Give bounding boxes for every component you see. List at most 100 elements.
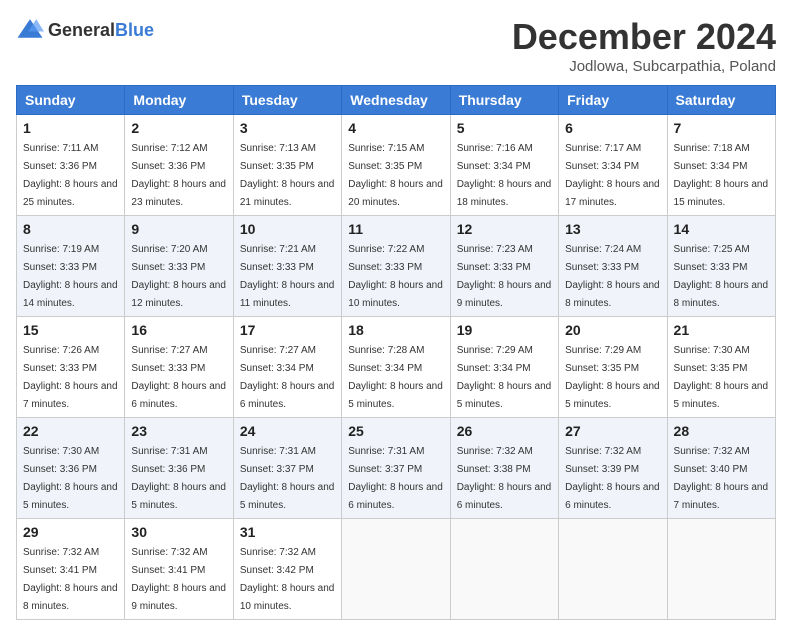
calendar-cell: 22 Sunrise: 7:30 AMSunset: 3:36 PMDaylig… <box>17 418 125 519</box>
header-thursday: Thursday <box>450 86 558 115</box>
calendar-week-row: 8 Sunrise: 7:19 AMSunset: 3:33 PMDayligh… <box>17 216 776 317</box>
header-friday: Friday <box>559 86 667 115</box>
calendar-cell: 7 Sunrise: 7:18 AMSunset: 3:34 PMDayligh… <box>667 115 775 216</box>
header-tuesday: Tuesday <box>233 86 341 115</box>
day-info: Sunrise: 7:25 AMSunset: 3:33 PMDaylight:… <box>674 244 769 309</box>
day-info: Sunrise: 7:31 AMSunset: 3:36 PMDaylight:… <box>131 446 226 511</box>
day-info: Sunrise: 7:17 AMSunset: 3:34 PMDaylight:… <box>565 143 660 208</box>
day-info: Sunrise: 7:27 AMSunset: 3:34 PMDaylight:… <box>240 345 335 410</box>
calendar-cell: 31 Sunrise: 7:32 AMSunset: 3:42 PMDaylig… <box>233 519 341 620</box>
location-subtitle: Jodlowa, Subcarpathia, Poland <box>512 58 776 75</box>
logo-general: General <box>48 20 115 40</box>
day-number: 21 <box>674 322 769 338</box>
day-number: 8 <box>23 221 118 237</box>
calendar-week-row: 1 Sunrise: 7:11 AMSunset: 3:36 PMDayligh… <box>17 115 776 216</box>
day-info: Sunrise: 7:21 AMSunset: 3:33 PMDaylight:… <box>240 244 335 309</box>
day-info: Sunrise: 7:32 AMSunset: 3:41 PMDaylight:… <box>23 547 118 612</box>
day-info: Sunrise: 7:16 AMSunset: 3:34 PMDaylight:… <box>457 143 552 208</box>
calendar-cell: 15 Sunrise: 7:26 AMSunset: 3:33 PMDaylig… <box>17 317 125 418</box>
day-number: 13 <box>565 221 660 237</box>
calendar-cell <box>559 519 667 620</box>
calendar-cell: 17 Sunrise: 7:27 AMSunset: 3:34 PMDaylig… <box>233 317 341 418</box>
calendar-cell: 14 Sunrise: 7:25 AMSunset: 3:33 PMDaylig… <box>667 216 775 317</box>
calendar-cell: 6 Sunrise: 7:17 AMSunset: 3:34 PMDayligh… <box>559 115 667 216</box>
day-number: 4 <box>348 120 443 136</box>
logo-blue: Blue <box>115 20 154 40</box>
day-number: 2 <box>131 120 226 136</box>
calendar-cell: 3 Sunrise: 7:13 AMSunset: 3:35 PMDayligh… <box>233 115 341 216</box>
day-info: Sunrise: 7:32 AMSunset: 3:41 PMDaylight:… <box>131 547 226 612</box>
day-info: Sunrise: 7:29 AMSunset: 3:34 PMDaylight:… <box>457 345 552 410</box>
day-number: 23 <box>131 423 226 439</box>
day-info: Sunrise: 7:26 AMSunset: 3:33 PMDaylight:… <box>23 345 118 410</box>
header-monday: Monday <box>125 86 233 115</box>
day-number: 28 <box>674 423 769 439</box>
day-number: 18 <box>348 322 443 338</box>
calendar-cell: 8 Sunrise: 7:19 AMSunset: 3:33 PMDayligh… <box>17 216 125 317</box>
calendar-cell: 1 Sunrise: 7:11 AMSunset: 3:36 PMDayligh… <box>17 115 125 216</box>
day-info: Sunrise: 7:30 AMSunset: 3:36 PMDaylight:… <box>23 446 118 511</box>
calendar-cell <box>667 519 775 620</box>
day-info: Sunrise: 7:18 AMSunset: 3:34 PMDaylight:… <box>674 143 769 208</box>
day-info: Sunrise: 7:29 AMSunset: 3:35 PMDaylight:… <box>565 345 660 410</box>
day-info: Sunrise: 7:32 AMSunset: 3:40 PMDaylight:… <box>674 446 769 511</box>
day-number: 30 <box>131 524 226 540</box>
calendar-cell: 25 Sunrise: 7:31 AMSunset: 3:37 PMDaylig… <box>342 418 450 519</box>
day-number: 24 <box>240 423 335 439</box>
calendar-week-row: 29 Sunrise: 7:32 AMSunset: 3:41 PMDaylig… <box>17 519 776 620</box>
day-number: 16 <box>131 322 226 338</box>
calendar-week-row: 22 Sunrise: 7:30 AMSunset: 3:36 PMDaylig… <box>17 418 776 519</box>
day-number: 5 <box>457 120 552 136</box>
header: GeneralBlue December 2024 Jodlowa, Subca… <box>16 16 776 75</box>
day-number: 3 <box>240 120 335 136</box>
day-number: 17 <box>240 322 335 338</box>
calendar-cell: 9 Sunrise: 7:20 AMSunset: 3:33 PMDayligh… <box>125 216 233 317</box>
day-info: Sunrise: 7:13 AMSunset: 3:35 PMDaylight:… <box>240 143 335 208</box>
calendar-cell: 12 Sunrise: 7:23 AMSunset: 3:33 PMDaylig… <box>450 216 558 317</box>
day-number: 19 <box>457 322 552 338</box>
calendar-cell: 29 Sunrise: 7:32 AMSunset: 3:41 PMDaylig… <box>17 519 125 620</box>
day-number: 27 <box>565 423 660 439</box>
day-info: Sunrise: 7:32 AMSunset: 3:38 PMDaylight:… <box>457 446 552 511</box>
day-number: 25 <box>348 423 443 439</box>
weekday-header-row: Sunday Monday Tuesday Wednesday Thursday… <box>17 86 776 115</box>
calendar-cell: 27 Sunrise: 7:32 AMSunset: 3:39 PMDaylig… <box>559 418 667 519</box>
day-info: Sunrise: 7:22 AMSunset: 3:33 PMDaylight:… <box>348 244 443 309</box>
calendar-cell: 5 Sunrise: 7:16 AMSunset: 3:34 PMDayligh… <box>450 115 558 216</box>
day-info: Sunrise: 7:20 AMSunset: 3:33 PMDaylight:… <box>131 244 226 309</box>
day-number: 12 <box>457 221 552 237</box>
calendar-cell: 13 Sunrise: 7:24 AMSunset: 3:33 PMDaylig… <box>559 216 667 317</box>
calendar-cell: 30 Sunrise: 7:32 AMSunset: 3:41 PMDaylig… <box>125 519 233 620</box>
day-number: 31 <box>240 524 335 540</box>
day-info: Sunrise: 7:32 AMSunset: 3:39 PMDaylight:… <box>565 446 660 511</box>
day-number: 20 <box>565 322 660 338</box>
day-info: Sunrise: 7:19 AMSunset: 3:33 PMDaylight:… <box>23 244 118 309</box>
logo: GeneralBlue <box>16 16 154 44</box>
calendar-cell: 24 Sunrise: 7:31 AMSunset: 3:37 PMDaylig… <box>233 418 341 519</box>
calendar-cell <box>450 519 558 620</box>
calendar-cell: 4 Sunrise: 7:15 AMSunset: 3:35 PMDayligh… <box>342 115 450 216</box>
calendar-cell: 26 Sunrise: 7:32 AMSunset: 3:38 PMDaylig… <box>450 418 558 519</box>
logo-icon <box>16 16 44 44</box>
day-info: Sunrise: 7:24 AMSunset: 3:33 PMDaylight:… <box>565 244 660 309</box>
calendar-cell: 28 Sunrise: 7:32 AMSunset: 3:40 PMDaylig… <box>667 418 775 519</box>
day-number: 9 <box>131 221 226 237</box>
day-info: Sunrise: 7:31 AMSunset: 3:37 PMDaylight:… <box>240 446 335 511</box>
day-number: 14 <box>674 221 769 237</box>
month-title: December 2024 <box>512 16 776 58</box>
day-info: Sunrise: 7:11 AMSunset: 3:36 PMDaylight:… <box>23 143 118 208</box>
calendar-cell: 19 Sunrise: 7:29 AMSunset: 3:34 PMDaylig… <box>450 317 558 418</box>
calendar-cell: 11 Sunrise: 7:22 AMSunset: 3:33 PMDaylig… <box>342 216 450 317</box>
day-number: 6 <box>565 120 660 136</box>
logo-text: GeneralBlue <box>48 20 154 41</box>
calendar-cell: 18 Sunrise: 7:28 AMSunset: 3:34 PMDaylig… <box>342 317 450 418</box>
day-info: Sunrise: 7:28 AMSunset: 3:34 PMDaylight:… <box>348 345 443 410</box>
calendar-cell <box>342 519 450 620</box>
day-info: Sunrise: 7:15 AMSunset: 3:35 PMDaylight:… <box>348 143 443 208</box>
calendar-week-row: 15 Sunrise: 7:26 AMSunset: 3:33 PMDaylig… <box>17 317 776 418</box>
day-info: Sunrise: 7:32 AMSunset: 3:42 PMDaylight:… <box>240 547 335 612</box>
calendar-cell: 2 Sunrise: 7:12 AMSunset: 3:36 PMDayligh… <box>125 115 233 216</box>
title-area: December 2024 Jodlowa, Subcarpathia, Pol… <box>512 16 776 75</box>
calendar-cell: 23 Sunrise: 7:31 AMSunset: 3:36 PMDaylig… <box>125 418 233 519</box>
day-number: 29 <box>23 524 118 540</box>
